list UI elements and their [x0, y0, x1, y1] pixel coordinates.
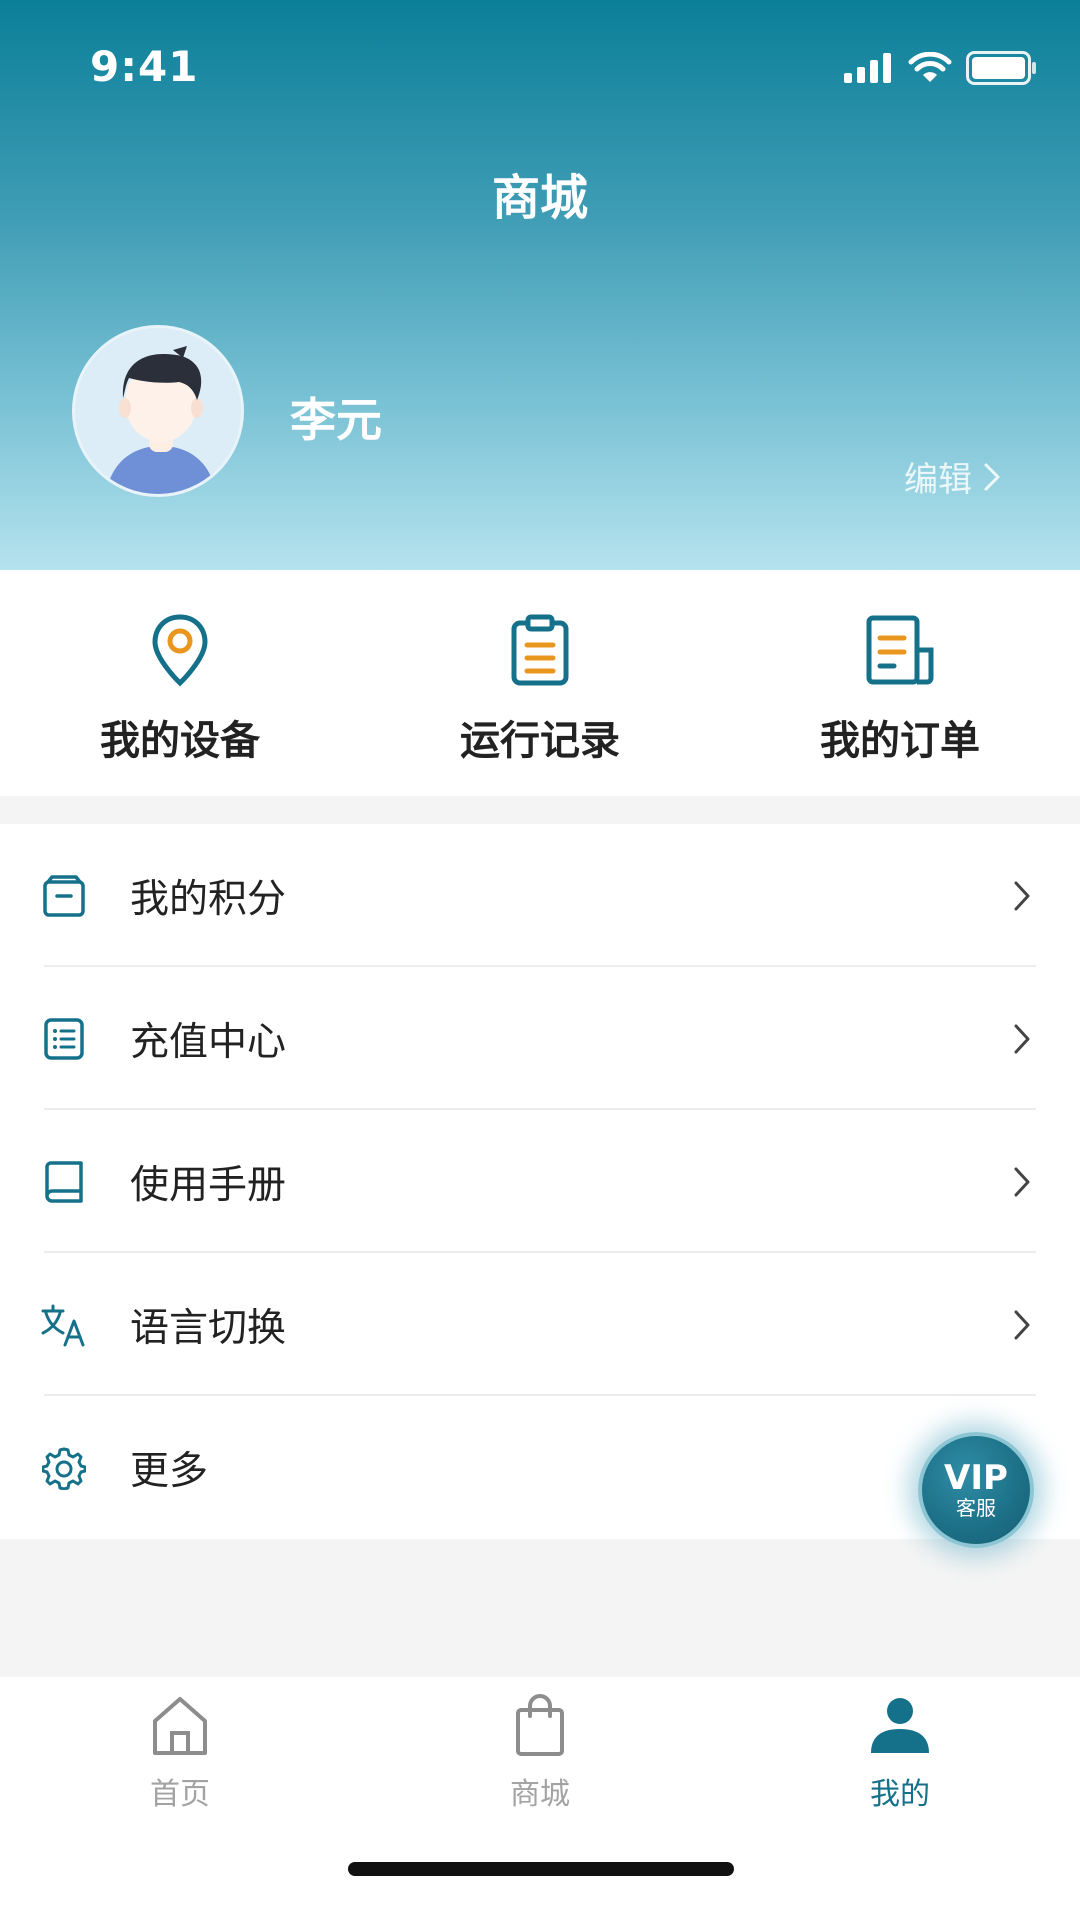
- chevron-right-icon: [1014, 881, 1030, 910]
- menu-list: 我的积分 充值中心 使用手册 语言切换 更多: [0, 824, 1080, 1539]
- vip-service-button[interactable]: VIP 客服: [918, 1432, 1034, 1548]
- quick-action-my-devices[interactable]: 我的设备: [0, 570, 360, 796]
- quick-actions: 我的设备 运行记录 我的订单: [0, 570, 1080, 796]
- menu-item-manual[interactable]: 使用手册: [0, 1110, 1080, 1253]
- tab-home[interactable]: 首页: [0, 1677, 360, 1817]
- chevron-right-icon: [1014, 1024, 1030, 1053]
- avatar[interactable]: [72, 325, 244, 497]
- chevron-right-icon: [1014, 1310, 1030, 1339]
- translate-icon: [41, 1304, 85, 1346]
- document-icon: [866, 615, 934, 685]
- tab-label: 我的: [870, 1777, 930, 1812]
- chevron-right-icon: [1014, 1167, 1030, 1196]
- home-icon: [153, 1697, 207, 1755]
- edit-profile-link[interactable]: 编辑: [904, 452, 1002, 501]
- menu-item-recharge[interactable]: 充值中心: [0, 967, 1080, 1110]
- wifi-icon: [908, 52, 952, 82]
- quick-action-label: 我的订单: [820, 718, 980, 764]
- vip-subtitle: 客服: [956, 1496, 996, 1520]
- menu-item-label: 语言切换: [130, 1305, 287, 1351]
- status-bar: 9:41: [0, 0, 1080, 134]
- quick-action-my-orders[interactable]: 我的订单: [720, 570, 1080, 796]
- vip-title: VIP: [944, 1458, 1008, 1498]
- quick-action-label: 运行记录: [460, 718, 620, 764]
- quick-action-label: 我的设备: [100, 718, 260, 764]
- user-icon: [871, 1698, 929, 1753]
- shopping-bag-icon: [516, 1694, 564, 1756]
- page-title: 商城: [491, 170, 588, 226]
- quick-action-run-records[interactable]: 运行记录: [360, 570, 720, 796]
- tab-label: 商城: [510, 1777, 570, 1812]
- profile-header: 9:41 商城 李元 编辑: [0, 0, 1080, 570]
- list-icon: [44, 1017, 84, 1060]
- user-avatar-icon: [75, 328, 241, 494]
- tab-label: 首页: [150, 1777, 210, 1812]
- status-icons: [844, 48, 1038, 88]
- menu-item-label: 使用手册: [130, 1162, 287, 1208]
- menu-item-label: 我的积分: [130, 876, 287, 922]
- clipboard-icon: [511, 614, 569, 686]
- menu-item-language[interactable]: 语言切换: [0, 1253, 1080, 1396]
- book-icon: [45, 1160, 83, 1203]
- signal-icon: [844, 53, 891, 83]
- menu-item-points[interactable]: 我的积分: [0, 824, 1080, 967]
- status-time: 9:41: [90, 42, 199, 91]
- chevron-right-icon: [984, 463, 1000, 490]
- tab-mall[interactable]: 商城: [360, 1677, 720, 1817]
- tab-bar: 首页 商城 我的: [0, 1677, 1080, 1920]
- menu-item-label: 充值中心: [130, 1019, 287, 1065]
- menu-item-more[interactable]: 更多: [0, 1396, 1080, 1539]
- menu-item-label: 更多: [130, 1448, 209, 1494]
- location-pin-icon: [152, 614, 208, 687]
- battery-icon: [966, 51, 1036, 85]
- gear-icon: [42, 1447, 86, 1490]
- tab-mine[interactable]: 我的: [720, 1677, 1080, 1817]
- edit-label: 编辑: [904, 460, 972, 500]
- home-indicator: [348, 1862, 734, 1876]
- archive-box-icon: [43, 874, 85, 917]
- user-name: 李元: [290, 393, 382, 447]
